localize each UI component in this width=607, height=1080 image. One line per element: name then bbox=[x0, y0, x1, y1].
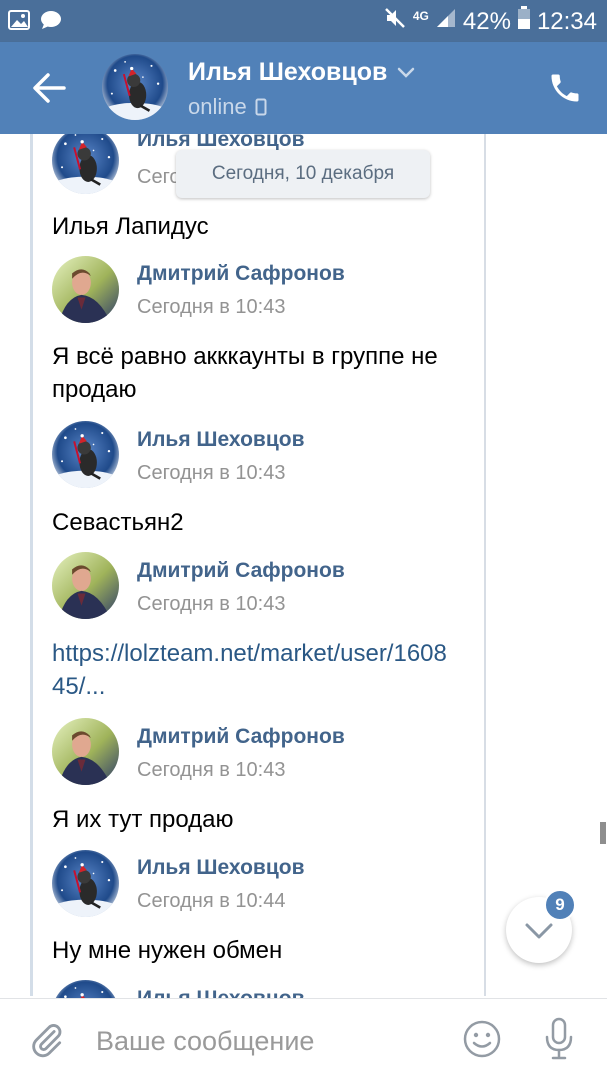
voice-message-button[interactable] bbox=[542, 1017, 576, 1061]
message-author[interactable]: Дмитрий Сафронов bbox=[137, 725, 345, 749]
contact-name[interactable]: Илья Шеховцов bbox=[188, 58, 415, 87]
avatar[interactable] bbox=[52, 980, 119, 998]
signal-icon bbox=[435, 7, 457, 36]
message-author[interactable]: Илья Шеховцов bbox=[137, 428, 304, 452]
call-button[interactable] bbox=[547, 70, 583, 106]
network-label: 4G bbox=[412, 8, 429, 23]
avatar[interactable] bbox=[52, 256, 119, 323]
message-text: Илья Лапидус bbox=[52, 213, 209, 240]
chat-bubble-icon bbox=[40, 10, 62, 32]
forwarded-messages-bar bbox=[30, 134, 33, 996]
paperclip-icon bbox=[32, 1024, 62, 1058]
divider bbox=[484, 134, 486, 996]
avatar[interactable] bbox=[52, 552, 119, 619]
avatar[interactable] bbox=[52, 718, 119, 785]
phone-icon bbox=[551, 74, 579, 102]
back-button[interactable] bbox=[28, 70, 68, 106]
date-pill: Сегодня, 10 декабря bbox=[176, 150, 430, 198]
avatar[interactable] bbox=[102, 54, 168, 120]
battery-percent: 42% bbox=[462, 7, 511, 35]
message-author[interactable]: Дмитрий Сафронов bbox=[137, 559, 345, 583]
clock: 12:34 bbox=[536, 7, 597, 35]
chat-header: Илья Шеховцов online bbox=[0, 42, 607, 134]
scrollbar[interactable] bbox=[600, 822, 606, 844]
status-bar: 4G 42% 12:34 bbox=[0, 0, 607, 42]
message-link[interactable]: https://lolzteam.net/market/user/160845/… bbox=[52, 637, 457, 703]
message-time: Сегодня в 10:43 bbox=[137, 759, 286, 781]
mobile-device-icon bbox=[255, 98, 267, 116]
message-author[interactable]: Илья Шеховцов bbox=[137, 856, 304, 880]
message-time: Сегодня в 10:43 bbox=[137, 593, 286, 615]
message-input[interactable] bbox=[96, 1021, 436, 1061]
unread-count-badge: 9 bbox=[544, 889, 576, 921]
contact-status: online bbox=[188, 94, 267, 120]
notification-icons bbox=[8, 10, 62, 32]
microphone-icon bbox=[545, 1017, 573, 1060]
message-author[interactable]: Илья Шеховцов bbox=[137, 987, 304, 998]
message-text: Севастьян2 bbox=[52, 509, 184, 536]
message-time: Сегодня в 10:43 bbox=[137, 462, 286, 484]
battery-icon bbox=[517, 6, 531, 37]
avatar[interactable] bbox=[52, 134, 119, 194]
emoji-icon bbox=[463, 1020, 501, 1058]
mute-icon bbox=[383, 6, 407, 37]
online-status-label: online bbox=[188, 94, 247, 119]
message-author[interactable]: Дмитрий Сафронов bbox=[137, 262, 345, 286]
message-list[interactable]: Илья Шеховцов Сегодня в 10:43 Илья Лапид… bbox=[0, 134, 607, 998]
message-text: Я всё равно акккаунты в группе не продаю bbox=[52, 343, 438, 403]
avatar[interactable] bbox=[52, 850, 119, 917]
message-time: Сегодня в 10:44 bbox=[137, 890, 286, 912]
contact-name-label: Илья Шеховцов bbox=[188, 58, 388, 86]
system-status: 4G 42% 12:34 bbox=[383, 6, 597, 37]
message-text: Я их тут продаю bbox=[52, 806, 234, 833]
back-arrow-icon bbox=[33, 73, 66, 103]
attach-button[interactable] bbox=[28, 1021, 66, 1061]
message-composer bbox=[0, 998, 607, 1080]
chevron-down-icon bbox=[398, 67, 415, 78]
emoji-button[interactable] bbox=[462, 1019, 502, 1059]
gallery-icon bbox=[8, 10, 30, 32]
message-time: Сегодня в 10:43 bbox=[137, 296, 286, 318]
message-text: Ну мне нужен обмен bbox=[52, 937, 283, 964]
avatar[interactable] bbox=[52, 421, 119, 488]
